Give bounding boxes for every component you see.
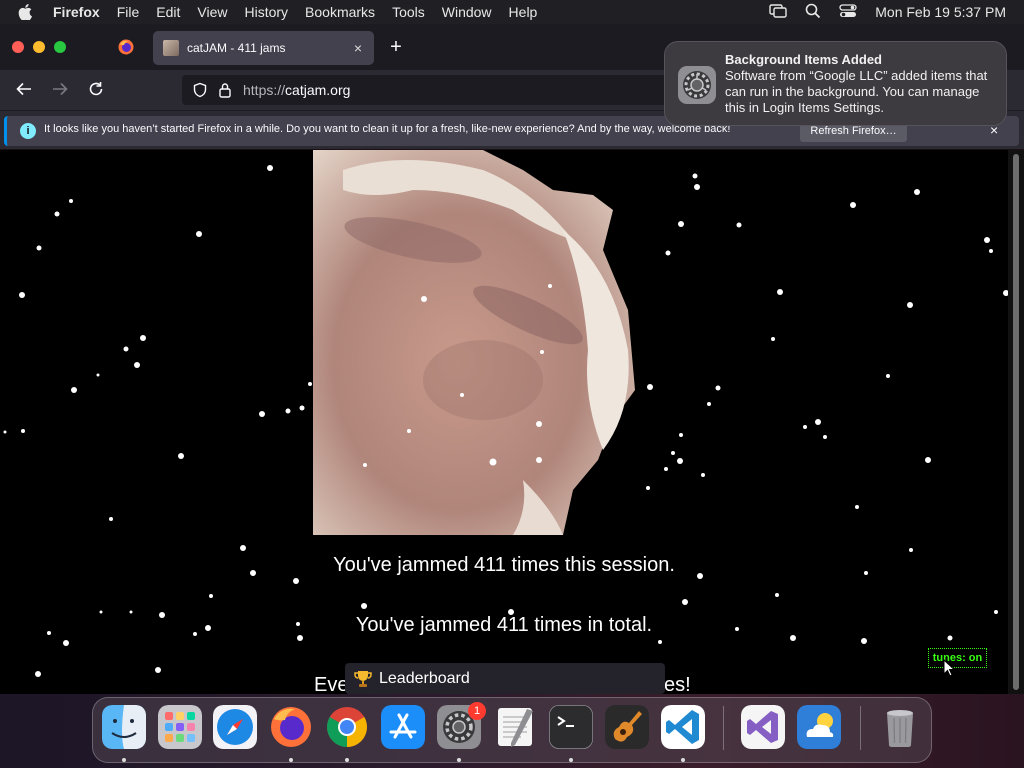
page-scrollbar[interactable] [1008, 150, 1024, 694]
forward-button[interactable] [50, 80, 70, 100]
tab-close-icon[interactable]: × [348, 40, 368, 56]
close-window-button[interactable] [12, 41, 24, 53]
visual-studio-icon[interactable] [741, 705, 785, 749]
background-items-notification[interactable]: Background Items Added Software from “Go… [664, 41, 1007, 126]
menu-window[interactable]: Window [442, 4, 492, 20]
back-button[interactable] [14, 80, 34, 100]
launchpad-icon[interactable] [158, 705, 202, 749]
textedit-icon[interactable] [493, 705, 537, 749]
terminal-running-indicator [569, 758, 573, 762]
mouse-cursor-icon [943, 659, 955, 677]
menu-edit[interactable]: Edit [156, 4, 180, 20]
firefox-running-indicator [289, 758, 293, 762]
finder-running-indicator [122, 758, 126, 762]
everyone-jam-text-start: Eve [314, 674, 349, 694]
menu-file[interactable]: File [117, 4, 140, 20]
app-store-icon[interactable] [381, 705, 425, 749]
url-bar[interactable]: https://catjam.org [182, 75, 682, 105]
session-jam-count-text: You've jammed 411 times this session. [333, 554, 675, 576]
firefox-icon[interactable] [269, 705, 313, 749]
firefox-view-icon[interactable] [118, 39, 134, 55]
dock-separator [723, 706, 724, 750]
menu-bookmarks[interactable]: Bookmarks [305, 4, 375, 20]
tab-title: catJAM - 411 jams [187, 41, 286, 55]
visual-studio-code-icon[interactable] [661, 705, 705, 749]
menu-help[interactable]: Help [509, 4, 538, 20]
weather-icon[interactable] [797, 705, 841, 749]
menu-view[interactable]: View [197, 4, 227, 20]
info-icon: i [20, 123, 36, 139]
total-jam-count-text: You've jammed 411 times in total. [355, 614, 653, 636]
trophy-icon [353, 669, 373, 689]
leaderboard-button[interactable]: Leaderboard [345, 663, 665, 694]
catjam-favicon-icon [163, 40, 179, 56]
everyone-jam-text-end: es! [664, 674, 691, 694]
notification-title: Background Items Added [725, 52, 882, 67]
page-content[interactable]: You've jammed 411 times this session. Yo… [0, 150, 1008, 694]
menubar-clock[interactable]: Mon Feb 19 5:37 PM [875, 4, 1006, 20]
menu-tools[interactable]: Tools [392, 4, 425, 20]
google-chrome-icon[interactable] [325, 705, 369, 749]
apple-icon[interactable] [18, 4, 36, 20]
notification-body: Software from “Google LLC” added items t… [725, 68, 988, 115]
notification-message: It looks like you haven’t started Firefo… [44, 123, 731, 135]
url-text[interactable]: https://catjam.org [243, 82, 350, 98]
spotlight-search-icon[interactable] [805, 3, 821, 22]
tracking-protection-shield-icon[interactable] [192, 82, 208, 101]
menu-app-firefox[interactable]: Firefox [53, 4, 100, 20]
minimize-window-button[interactable] [33, 41, 45, 53]
system-settings-badge: 1 [468, 702, 486, 720]
tab-catjam[interactable]: catJAM - 411 jams × [153, 31, 374, 65]
url-host: catjam.org [285, 82, 351, 98]
zoom-window-button[interactable] [54, 41, 66, 53]
chrome-running-indicator [345, 758, 349, 762]
menu-history[interactable]: History [244, 4, 288, 20]
catjam-gif-image [313, 150, 635, 535]
trash-icon[interactable] [878, 705, 922, 749]
finder-icon[interactable] [102, 705, 146, 749]
scrollbar-thumb[interactable] [1013, 154, 1019, 690]
system-settings-running-indicator [457, 758, 461, 762]
dock-separator-trash [860, 706, 861, 750]
screen-mirroring-icon[interactable] [769, 3, 787, 21]
terminal-icon[interactable] [549, 705, 593, 749]
reload-button[interactable] [86, 80, 106, 100]
system-settings-gear-icon [677, 65, 717, 105]
new-tab-button[interactable]: + [386, 36, 406, 58]
url-scheme: https:// [243, 82, 286, 98]
leaderboard-label: Leaderboard [379, 669, 470, 687]
vscode-running-indicator [681, 758, 685, 762]
garageband-icon[interactable] [605, 705, 649, 749]
tunes-toggle[interactable]: tunes: on [928, 648, 987, 668]
menu-bar: Firefox File Edit View History Bookmarks… [0, 0, 1024, 24]
lock-icon[interactable] [218, 82, 232, 101]
control-center-icon[interactable] [839, 3, 857, 21]
safari-icon[interactable] [213, 705, 257, 749]
